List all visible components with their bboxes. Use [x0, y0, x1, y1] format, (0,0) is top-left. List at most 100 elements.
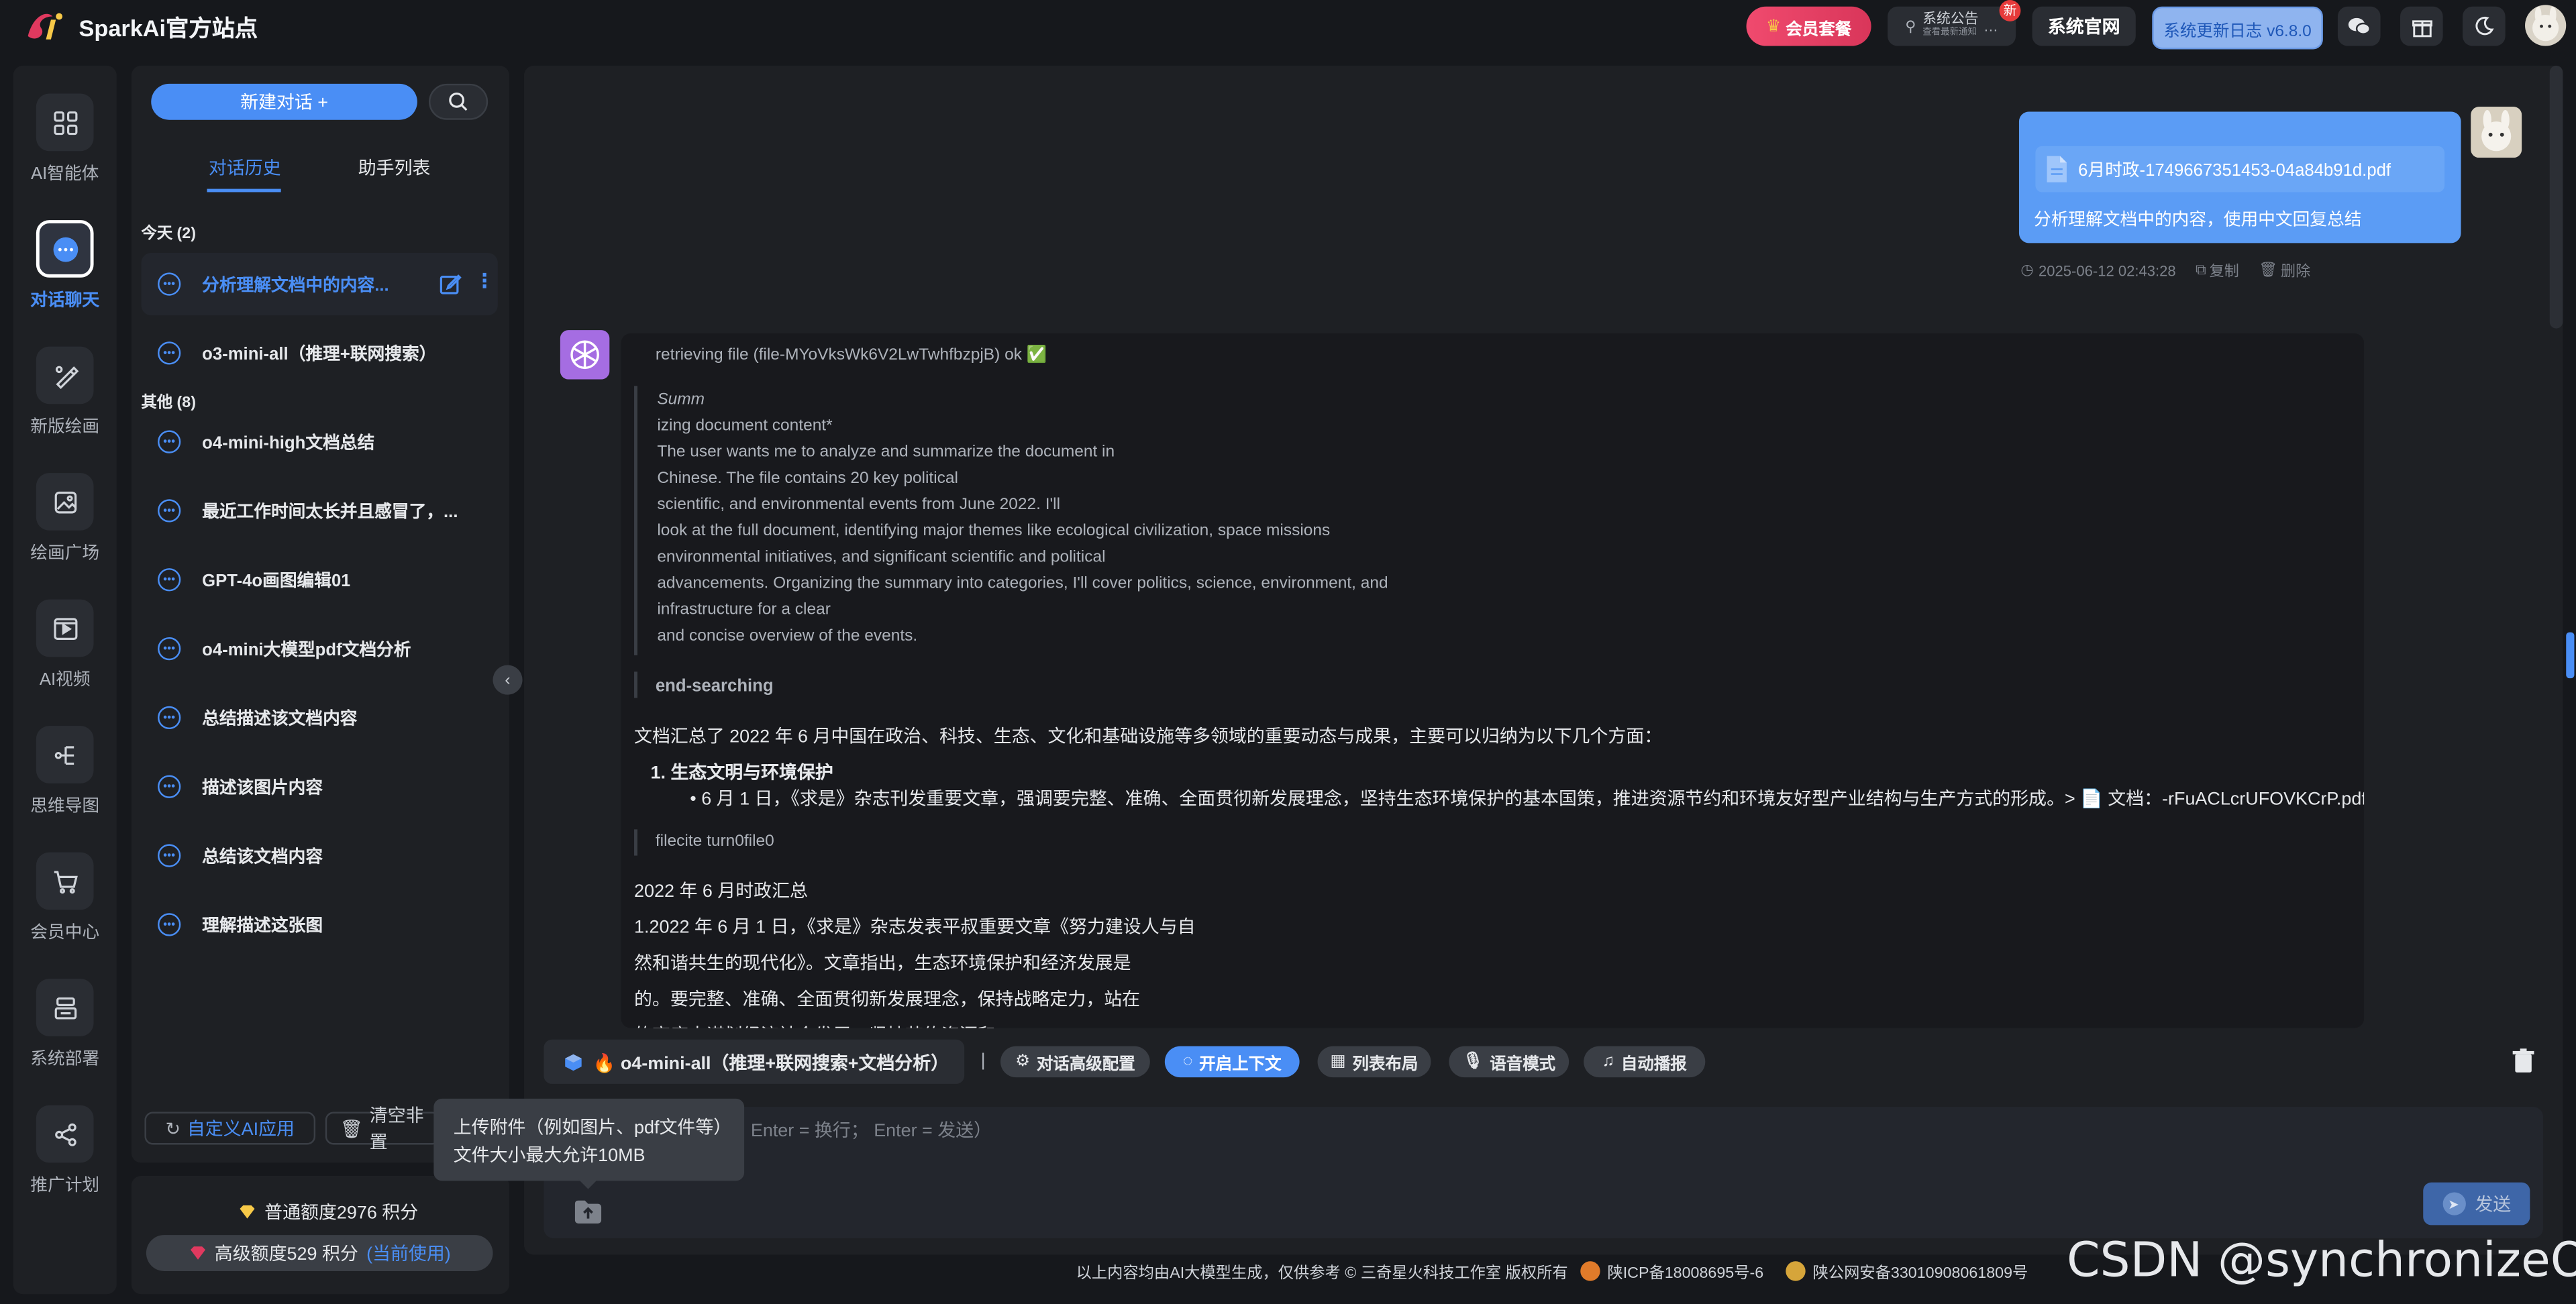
dark-mode-button[interactable] — [2463, 6, 2506, 46]
thinking-line: Chinese. The file contains 20 key politi… — [657, 470, 959, 488]
brush-icon — [54, 365, 79, 388]
refresh-icon: ↻ — [165, 1119, 181, 1139]
voice-mode-button[interactable]: 🎙 语音模式 — [1449, 1046, 1569, 1078]
rail-item-chat[interactable]: 对话聊天 — [13, 220, 117, 335]
group-today: 今天 (2) — [141, 225, 196, 243]
trash-icon: 🗑 — [340, 1119, 363, 1139]
summary-list-title: 1. 生态文明与环境保护 — [650, 763, 833, 783]
changelog-button[interactable]: 系统更新日志 v6.8.0 — [2152, 6, 2323, 50]
auto-play-button[interactable]: ♫ 自动播报 — [1584, 1046, 1706, 1078]
gear-icon: ⚙ — [1015, 1052, 1031, 1071]
context-toggle[interactable]: ◌ 开启上下文 — [1164, 1046, 1300, 1078]
upload-tooltip: 上传附件（例如图片、pdf文件等） 文件大小最大允许10MB — [433, 1098, 745, 1181]
rail-item-mindmap[interactable]: 思维导图 — [13, 726, 117, 840]
advanced-quota[interactable]: 高级额度529 积分 (当前使用) — [146, 1235, 493, 1271]
chat-bubble-icon: ••• — [158, 499, 181, 523]
search-icon — [449, 92, 468, 111]
user-message-meta: ◷ 2025-06-12 02:43:28 ⧉ 复制 🗑 删除 — [2020, 260, 2310, 281]
chat-bubble-icon: ••• — [158, 706, 181, 730]
copy-icon: ⧉ — [2195, 261, 2206, 278]
chat-bubble-icon: ••• — [158, 913, 181, 936]
thinking-line: Summ — [657, 390, 705, 409]
deploy-icon — [54, 996, 76, 1019]
clear-button[interactable]: 🗑 清空非置 — [325, 1107, 441, 1153]
list-layout-button[interactable]: ▦ 列表布局 — [1317, 1046, 1431, 1078]
police-badge-icon — [1786, 1261, 1806, 1281]
rail-item-deploy[interactable]: 系统部署 — [13, 979, 117, 1093]
chat-bubble-icon: ••• — [158, 341, 181, 365]
normal-quota: 普通额度2976 积分 — [238, 1199, 418, 1225]
watermark: CSDN @synchronizeOn — [2066, 1232, 2576, 1288]
system-notice-button[interactable]: ⚲ 系统公告 查看最新通知 … — [1888, 6, 2016, 46]
icp-link[interactable]: 陕ICP备18008695号-6 — [1607, 1260, 1763, 1283]
conversation-item[interactable]: ••• GPT-4o画图编辑01 — [142, 549, 498, 611]
rail-item-ai-agent[interactable]: AI智能体 — [13, 93, 117, 209]
rail-item-new-drawing[interactable]: 新版绘画 — [13, 346, 117, 461]
conversation-item[interactable]: ••• o3-mini-all（推理+联网搜索） — [142, 322, 498, 384]
openai-icon — [570, 340, 599, 370]
clear-chat-icon[interactable] — [2512, 1048, 2534, 1074]
official-site-button[interactable]: 系统官网 — [2032, 6, 2136, 46]
search-button[interactable] — [429, 83, 488, 120]
tab-assistants[interactable]: 助手列表 — [358, 154, 431, 180]
gift-icon — [2411, 19, 2432, 37]
thinking-line: izing document content* — [657, 417, 833, 435]
rail-item-promotion[interactable]: 推广计划 — [13, 1105, 117, 1220]
divider: | — [980, 1050, 986, 1071]
police-link[interactable]: 陕公网安备33010908061809号 — [1813, 1260, 2028, 1283]
more-icon[interactable]: ⋮ — [475, 271, 495, 290]
rail-item-member-center[interactable]: 会员中心 — [13, 852, 117, 967]
diamond-icon — [190, 1246, 205, 1260]
user-message-text: 分析理解文档中的内容，使用中文回复总结 — [2033, 210, 2362, 230]
advanced-config-button[interactable]: ⚙ 对话高级配置 — [1000, 1046, 1150, 1078]
collapse-sidebar-button[interactable]: ‹ — [493, 665, 523, 695]
thinking-line: infrastructure for a clear — [657, 601, 831, 620]
wechat-button[interactable] — [2337, 6, 2381, 46]
cart-icon — [53, 870, 77, 893]
attached-file[interactable]: 6月时政-1749667351453-04a84b91d.pdf — [2035, 146, 2445, 193]
rail-item-gallery[interactable]: 绘画广场 — [13, 473, 117, 588]
assistant-message: retrieving file (file-MYoVksWk6V2LwTwhfb… — [621, 333, 2365, 1028]
conversation-item[interactable]: ••• 最近工作时间太长并且感冒了，... — [142, 480, 498, 542]
conversation-item[interactable]: ••• 描述该图片内容 — [142, 755, 498, 818]
wechat-icon — [2348, 17, 2371, 35]
grid-icon — [53, 110, 77, 134]
link-icon: ⚲ — [1905, 17, 1916, 34]
rail-item-ai-video[interactable]: AI视频 — [13, 599, 117, 714]
sound-wave-icon: ♫ — [1602, 1052, 1615, 1071]
model-selector[interactable]: 🔥 o4-mini-all（推理+联网搜索+文档分析） — [544, 1039, 965, 1084]
video-icon — [53, 617, 77, 639]
chat-bubble-icon: ••• — [158, 775, 181, 798]
send-button[interactable]: ➤ 发送 — [2423, 1182, 2530, 1226]
body-line: 的高度人谋划经济社会发展，坚持节约资源和... — [634, 1022, 1011, 1028]
chat-icon — [52, 236, 78, 262]
conversation-item[interactable]: ••• 总结描述该文档内容 — [142, 686, 498, 749]
user-avatar[interactable] — [2525, 5, 2567, 46]
edit-icon[interactable] — [439, 272, 462, 295]
conversation-item[interactable]: ••• 总结该文档内容 — [142, 824, 498, 887]
summary-intro: 文档汇总了 2022 年 6 月中国在政治、科技、生态、文化和基础设施等多领域的… — [634, 727, 1663, 747]
scroll-indicator[interactable] — [2566, 632, 2575, 679]
custom-ai-app-button[interactable]: ↻ 自定义AI应用 — [144, 1111, 316, 1145]
body-line: 的。要完整、准确、全面贯彻新发展理念，保持战略定力，站在 — [634, 990, 1141, 1010]
chat-scrollbar[interactable] — [2549, 65, 2563, 329]
chat-bubble-icon: ••• — [158, 637, 181, 661]
vip-plan-button[interactable]: ♛ 会员套餐 — [1746, 6, 1871, 46]
thinking-line: The user wants me to analyze and summari… — [657, 443, 1115, 461]
upload-attachment-icon[interactable] — [573, 1199, 603, 1225]
copy-button[interactable]: ⧉ 复制 — [2196, 260, 2239, 281]
conversation-item[interactable]: ••• 理解描述这张图 — [142, 893, 498, 956]
document-icon — [2047, 156, 2067, 182]
brand-logo[interactable] — [23, 7, 66, 46]
conversation-item[interactable]: ••• o4-mini大模型pdf文档分析 — [142, 618, 498, 680]
tab-history[interactable]: 对话历史 — [209, 154, 281, 180]
new-chat-button[interactable]: 新建对话 + — [151, 83, 417, 120]
conversation-item[interactable]: ••• 分析理解文档中的内容... ⋮ — [141, 253, 498, 316]
delete-button[interactable]: 🗑 删除 — [2259, 260, 2310, 281]
gift-button[interactable] — [2400, 6, 2443, 46]
thinking-line: advancements. Organizing the summary int… — [657, 574, 1388, 593]
end-searching-label: end-searching — [655, 676, 774, 697]
thinking-line: and concise overview of the events. — [657, 627, 918, 646]
conversation-item[interactable]: ••• o4-mini-high文档总结 — [142, 411, 498, 473]
quote-bar — [634, 671, 637, 698]
